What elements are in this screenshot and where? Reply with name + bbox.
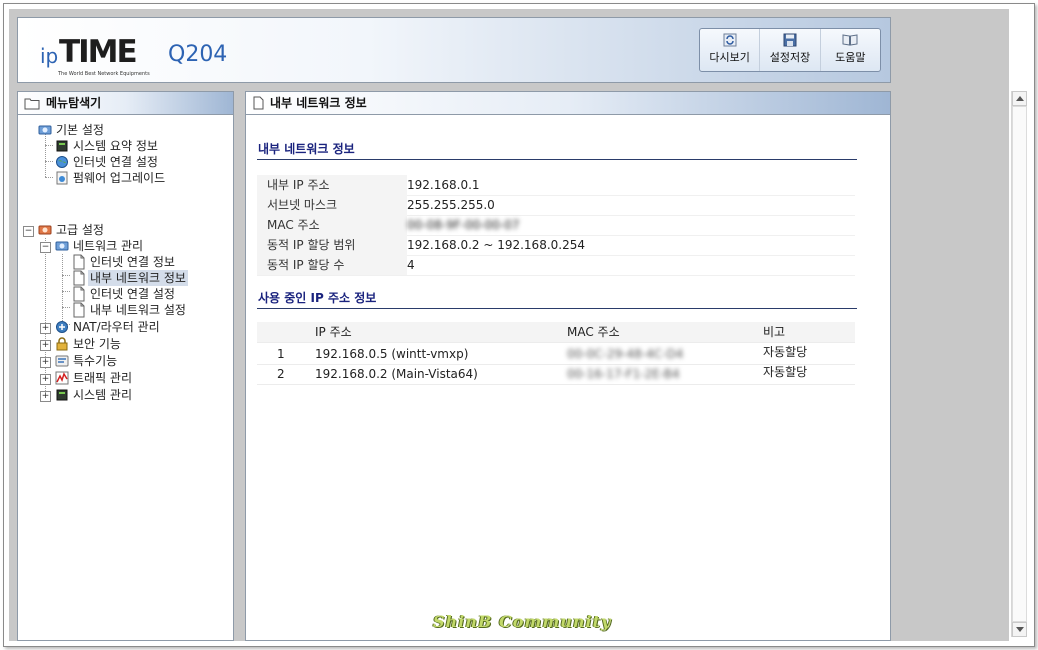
mac-address-label: MAC 주소 (257, 215, 407, 235)
page-icon (253, 96, 264, 110)
page-icon (73, 302, 85, 318)
content-title-bar: 내부 네트워크 정보 (246, 92, 890, 115)
internal-ip-label: 내부 IP 주소 (257, 175, 407, 195)
logo-model: Q204 (168, 42, 228, 67)
logo-time: TIME (59, 34, 138, 70)
floppy-disk-icon (783, 33, 797, 47)
row-number: 1 (277, 347, 285, 361)
tree-nat-router-label: NAT/라우터 관리 (73, 320, 160, 334)
expand-special-functions[interactable]: + (40, 357, 51, 368)
router-icon (56, 321, 68, 333)
content-pane: 내부 네트워크 정보 내부 네트워크 정보 내부 IP 주소 192.168.0… (245, 91, 891, 641)
col-note: 비고 (763, 325, 786, 339)
expand-traffic[interactable]: + (40, 374, 51, 385)
network-computer-icon (38, 125, 52, 135)
arrow-down-icon (1016, 627, 1024, 632)
globe-icon (56, 156, 68, 168)
logo-ip: ip (40, 44, 59, 68)
dhcp-count-value: 4 (407, 258, 415, 272)
help-button[interactable]: 도움말 (821, 29, 880, 71)
scroll-down-button[interactable] (1012, 622, 1027, 637)
help-label: 도움말 (835, 51, 866, 64)
menu-explorer-pane: 메뉴탐색기 기본 설정 시스템 요약 정보 인터넷 연결 설정 펌웨어 업그레이… (17, 91, 234, 641)
system-summary-icon (56, 140, 68, 152)
subnet-mask-label: 서브넷 마스크 (257, 195, 407, 215)
row-note: 자동할당 (763, 345, 808, 359)
page-icon (73, 254, 85, 270)
tree-internal-network-settings-label: 내부 네트워크 설정 (90, 303, 186, 317)
tree-system-summary-label: 시스템 요약 정보 (73, 139, 158, 153)
table-header-row: IP 주소 MAC 주소 비고 (257, 322, 855, 343)
col-mac-address: MAC 주소 (567, 325, 620, 339)
expand-nat-router[interactable]: + (40, 323, 51, 334)
traffic-chart-icon (55, 371, 69, 385)
menu-explorer-title: 메뉴탐색기 (18, 92, 233, 115)
system-management-icon (56, 389, 68, 401)
collapse-network-management[interactable]: − (40, 242, 51, 253)
page-icon (73, 286, 85, 302)
vertical-scrollbar[interactable] (1011, 91, 1027, 637)
watermark-text: ShinB Community (433, 612, 612, 631)
tree-advanced-settings-label: 고급 설정 (56, 223, 104, 237)
special-functions-icon (55, 355, 69, 367)
table-row: 2 192.168.0.2 (Main-Vista64) 00-16-17-F1… (257, 364, 855, 385)
save-settings-label: 설정저장 (769, 51, 811, 64)
tree-special-functions-label: 특수기능 (73, 354, 118, 368)
expand-system[interactable]: + (40, 391, 51, 402)
row-ip: 192.168.0.2 (Main-Vista64) (315, 367, 478, 381)
refresh-button[interactable]: 다시보기 (700, 29, 761, 71)
row-mac: 00-16-17-F1-2E-B4 (567, 367, 680, 381)
internal-ip-value: 192.168.0.1 (407, 178, 480, 192)
tree-system-management-label: 시스템 관리 (73, 388, 133, 402)
internal-network-section: 내부 네트워크 정보 (257, 139, 857, 160)
row-mac: 00-0C-29-48-4C-D4 (567, 347, 684, 361)
scroll-up-button[interactable] (1012, 91, 1027, 106)
page-icon (73, 270, 85, 286)
collapse-advanced-settings[interactable]: − (23, 226, 34, 237)
tree-internet-connection-info-label: 인터넷 연결 정보 (90, 255, 175, 269)
dhcp-range-label: 동적 IP 할당 범위 (257, 235, 407, 255)
network-management-icon (55, 241, 69, 251)
row-number: 2 (277, 367, 285, 381)
menu-explorer-title-text: 메뉴탐색기 (46, 96, 102, 110)
dhcp-range-value: 192.168.0.2 ~ 192.168.0.254 (407, 238, 585, 252)
dhcp-count-label: 동적 IP 할당 수 (257, 255, 407, 275)
tree-network-management-label: 네트워크 관리 (73, 239, 144, 253)
lock-icon (56, 337, 68, 351)
folder-icon (24, 98, 40, 110)
firmware-icon (56, 171, 68, 185)
tree-firmware-upgrade-label: 펌웨어 업그레이드 (73, 171, 166, 185)
tree-internal-network-info-label: 내부 네트워크 정보 (88, 270, 188, 286)
toolbar: 다시보기 설정저장 도움말 (699, 28, 881, 72)
header-banner: ip TIME Q204 The World Best Network Equi… (17, 17, 891, 83)
tree-internet-connection-setup-label: 인터넷 연결 설정 (73, 155, 158, 169)
refresh-label: 다시보기 (709, 51, 750, 64)
table-row: 동적 IP 할당 범위 192.168.0.2 ~ 192.168.0.254 (257, 235, 855, 256)
save-settings-button[interactable]: 설정저장 (760, 29, 821, 71)
expand-security[interactable]: + (40, 340, 51, 351)
used-ip-section-title: 사용 중인 IP 주소 정보 (257, 288, 857, 309)
tree-traffic-label: 트래픽 관리 (73, 371, 133, 385)
tree-security-label: 보안 기능 (73, 337, 121, 351)
content-title: 내부 네트워크 정보 (270, 96, 367, 110)
tree-basic-settings-label: 기본 설정 (56, 123, 104, 137)
subnet-mask-value: 255.255.255.0 (407, 198, 495, 212)
row-note: 자동할당 (763, 365, 808, 379)
internal-network-section-title: 내부 네트워크 정보 (257, 139, 857, 160)
col-ip-address: IP 주소 (315, 325, 352, 339)
used-ip-section: 사용 중인 IP 주소 정보 (257, 288, 857, 309)
table-row: MAC 주소 00-08-9F-00-00-07 (257, 215, 855, 236)
table-row: 내부 IP 주소 192.168.0.1 (257, 175, 855, 196)
mac-address-value: 00-08-9F-00-00-07 (407, 218, 520, 232)
logo-tagline: The World Best Network Equipments (58, 71, 150, 77)
refresh-icon (723, 33, 737, 47)
arrow-up-icon (1016, 96, 1024, 101)
row-ip: 192.168.0.5 (wintt-vmxp) (315, 347, 469, 361)
advanced-settings-icon (38, 225, 52, 235)
scroll-track[interactable] (1012, 106, 1027, 622)
table-row: 동적 IP 할당 수 4 (257, 255, 855, 276)
tree-internet-connection-settings-label: 인터넷 연결 설정 (90, 287, 175, 301)
book-icon (842, 34, 858, 46)
table-row: 서브넷 마스크 255.255.255.0 (257, 195, 855, 216)
